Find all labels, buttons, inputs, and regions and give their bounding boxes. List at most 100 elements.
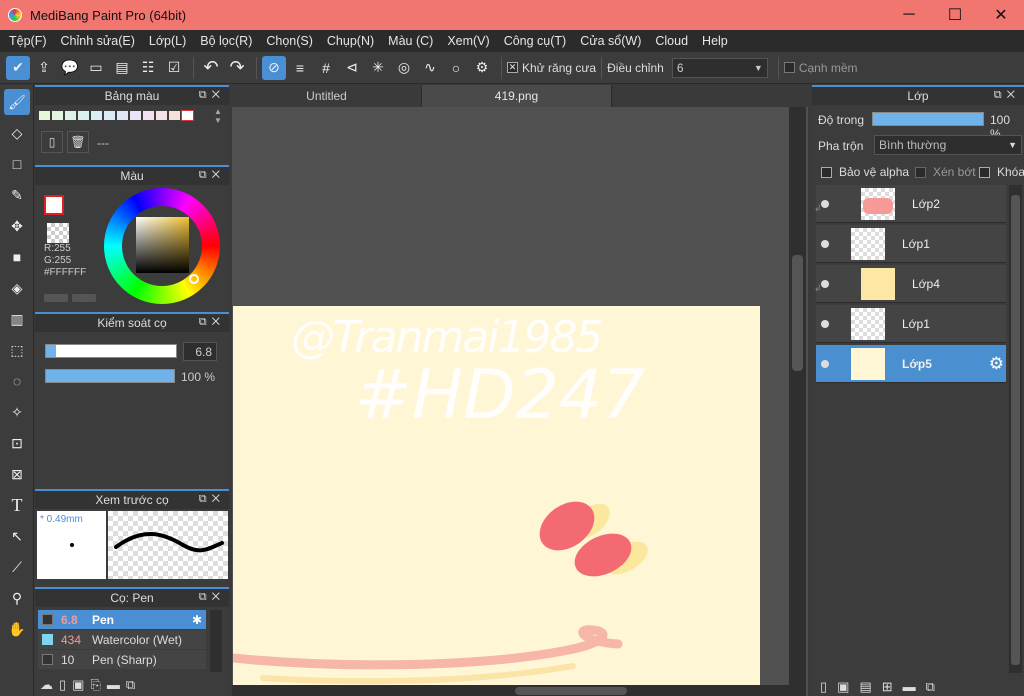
clip-toggle[interactable]: Xén bớt <box>915 165 976 179</box>
dot-tool-icon[interactable]: ✎ <box>4 182 30 208</box>
select-pen-tool-icon[interactable]: ⊡ <box>4 430 30 456</box>
select-eraser-tool-icon[interactable]: ⊠ <box>4 461 30 487</box>
brush-list-item[interactable]: 434 Watercolor (Wet) <box>38 630 206 649</box>
parallel-snap-icon[interactable]: ≡ <box>288 56 312 80</box>
visibility-eye-icon[interactable] <box>821 360 829 368</box>
move-tool-icon[interactable]: ✥ <box>4 213 30 239</box>
layer-list-scrollbar[interactable] <box>1009 185 1022 673</box>
menu-layer[interactable]: Lớp(L) <box>142 34 193 48</box>
brush-size-slider[interactable] <box>45 344 177 358</box>
magic-wand-tool-icon[interactable]: ✧ <box>4 399 30 425</box>
menu-edit[interactable]: Chỉnh sửa(E) <box>54 34 142 48</box>
palette-swatches[interactable] <box>39 109 209 123</box>
menu-cloud[interactable]: Cloud <box>648 34 695 48</box>
layer-row[interactable]: ↲ Lớp2 <box>814 185 1006 223</box>
antialias-toggle[interactable]: ✕ Khử răng cưa <box>507 61 596 75</box>
layer-opacity-slider[interactable] <box>872 112 984 126</box>
brush-tool-icon[interactable]: 🖌 <box>4 89 30 115</box>
folder-brush-icon[interactable]: ▬ <box>107 677 120 695</box>
brush-list-item[interactable]: 6.8 Pen ✱ <box>38 610 206 629</box>
snap-off-icon[interactable]: ⊘ <box>262 55 286 80</box>
blend-mode-select[interactable]: Bình thường ▼ <box>874 135 1022 155</box>
panel-float-close-icon[interactable]: ⧉✕ <box>199 591 225 604</box>
transparent-color-swatch[interactable] <box>47 223 69 243</box>
lasso-tool-icon[interactable]: ◌ <box>4 368 30 394</box>
select-tool-icon[interactable]: ⬚ <box>4 337 30 363</box>
folder-layer-icon[interactable]: ▬ <box>903 679 916 696</box>
add-brush-icon[interactable]: ▣ <box>72 677 84 695</box>
new-brush-icon[interactable]: ▯ <box>59 677 66 695</box>
menu-select[interactable]: Chọn(S) <box>259 34 320 48</box>
close-button[interactable]: ✕ <box>978 0 1024 30</box>
duplicate-brush-icon[interactable]: ⧉ <box>126 677 135 695</box>
rectangle-tool-icon[interactable]: □ <box>4 151 30 177</box>
export-icon[interactable]: ⇪ <box>32 56 56 80</box>
menu-file[interactable]: Tệp(F) <box>2 34 54 48</box>
menu-view[interactable]: Xem(V) <box>440 34 496 48</box>
tab-untitled[interactable]: Untitled <box>232 85 422 107</box>
undo-icon[interactable]: ↶ <box>199 56 223 80</box>
gear-icon[interactable]: ⚙ <box>470 56 494 80</box>
text-tool-icon[interactable]: T <box>4 492 30 518</box>
add-layer-menu-icon[interactable]: ⊞ <box>882 679 893 696</box>
new-layer-icon[interactable]: ▯ <box>820 679 827 696</box>
drawing-canvas[interactable]: @Tranmai1985 #HD247 <box>233 306 760 696</box>
layer-row-selected[interactable]: Lớp5 ⚙ <box>816 345 1006 383</box>
menu-snap[interactable]: Chụp(N) <box>320 34 381 48</box>
hand-tool-icon[interactable]: ✋ <box>4 616 30 642</box>
layer-row[interactable]: ↲ Lớp4 <box>814 265 1006 303</box>
menu-filter[interactable]: Bộ lọc(R) <box>193 34 259 48</box>
saturation-value-square[interactable] <box>136 217 189 273</box>
eyedropper-tool-icon[interactable]: ⚲ <box>4 585 30 611</box>
checklist-icon[interactable]: ☑ <box>162 56 186 80</box>
fill-rect-tool-icon[interactable]: ■ <box>4 244 30 270</box>
curve-snap-icon[interactable]: ∿ <box>418 56 442 80</box>
panel-float-close-icon[interactable]: ⧉✕ <box>199 89 225 102</box>
minimize-button[interactable]: ─ <box>886 0 932 30</box>
protect-alpha-toggle[interactable]: Bảo vệ alpha <box>821 165 909 179</box>
focus-snap-icon[interactable]: ✳ <box>366 56 390 80</box>
radial-snap-icon[interactable]: ⊲ <box>340 56 364 80</box>
layer-row[interactable]: Lớp1 <box>816 225 1006 263</box>
visibility-eye-icon[interactable] <box>821 200 829 208</box>
canvas-vertical-scrollbar[interactable] <box>789 107 806 696</box>
delete-palette-icon[interactable]: 🗑 <box>67 131 89 153</box>
maximize-button[interactable]: ☐ <box>932 0 978 30</box>
new-8bit-layer-icon[interactable]: ▣ <box>837 679 849 696</box>
lock-toggle[interactable]: Khóa <box>979 165 1024 179</box>
menu-tools[interactable]: Công cụ(T) <box>497 34 574 48</box>
palette-scroll[interactable]: ▲ ▼ <box>211 107 225 127</box>
color-mode-button[interactable] <box>44 294 68 302</box>
duplicate-layer-icon[interactable]: ⧉ <box>926 679 935 696</box>
layer-row[interactable]: Lớp1 <box>816 305 1006 343</box>
panel-list-icon[interactable]: ☷ <box>136 56 160 80</box>
cloud-brush-icon[interactable]: ☁ <box>40 677 53 695</box>
brush-list-item[interactable]: 10 Pen (Sharp) <box>38 650 206 669</box>
foreground-color-swatch[interactable] <box>44 195 64 215</box>
new-palette-icon[interactable]: ▯ <box>41 131 63 153</box>
copy-brush-icon[interactable]: ⎘ <box>90 677 100 695</box>
brush-size-value[interactable]: 6.8 <box>183 342 217 361</box>
visibility-eye-icon[interactable] <box>821 280 829 288</box>
page-icon[interactable]: ▤ <box>110 56 134 80</box>
panel-float-close-icon[interactable]: ⧉✕ <box>994 89 1020 102</box>
brush-opacity-slider[interactable] <box>45 369 175 383</box>
visibility-eye-icon[interactable] <box>821 240 829 248</box>
bucket-tool-icon[interactable]: ◈ <box>4 275 30 301</box>
brush-settings-icon[interactable]: ✱ <box>192 613 202 627</box>
menu-color[interactable]: Màu (C) <box>381 34 440 48</box>
adjust-select[interactable]: 6 ▼ <box>671 57 768 78</box>
soft-edge-checkbox[interactable] <box>783 62 795 73</box>
menu-window[interactable]: Cửa sổ(W) <box>573 34 648 48</box>
tab-419-png[interactable]: 419.png <box>422 85 612 107</box>
new-1bit-layer-icon[interactable]: ▤ <box>859 679 871 696</box>
visibility-eye-icon[interactable] <box>821 320 829 328</box>
operation-tool-icon[interactable]: ↖ <box>4 523 30 549</box>
soft-edge-toggle[interactable]: Cạnh mềm <box>783 61 858 75</box>
concentric-snap-icon[interactable]: ◎ <box>392 56 416 80</box>
gradient-tool-icon[interactable]: ▥ <box>4 306 30 332</box>
redo-icon[interactable]: ↷ <box>225 56 249 80</box>
panel-float-close-icon[interactable]: ⧉✕ <box>199 169 225 182</box>
panel-float-close-icon[interactable]: ⧉✕ <box>199 493 225 506</box>
hue-marker[interactable] <box>189 274 199 284</box>
